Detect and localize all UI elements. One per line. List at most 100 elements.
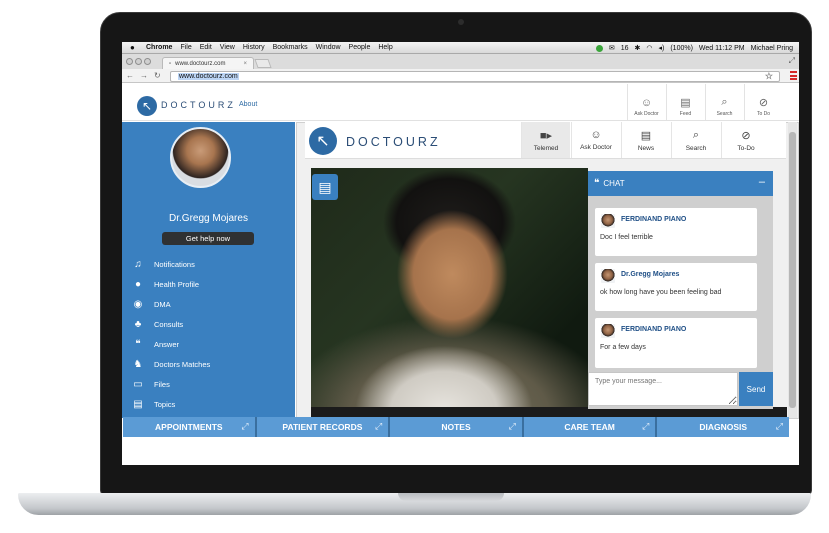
- video-camera-icon: ■▸: [539, 129, 553, 142]
- menu-window[interactable]: Window: [316, 44, 341, 51]
- battery-text[interactable]: (100%): [670, 45, 693, 52]
- sidebar-item-consults[interactable]: ♣ Consults: [122, 314, 295, 334]
- tool-todo[interactable]: ⊘ To-Do: [721, 122, 770, 158]
- site-logo-text[interactable]: DOCTOURZ: [161, 100, 236, 110]
- header-ask-doctor[interactable]: ☺ Ask Doctor: [627, 84, 665, 120]
- expand-icon[interactable]: ⤢: [776, 421, 783, 432]
- menu-bookmarks[interactable]: Bookmarks: [273, 44, 308, 51]
- menu-people[interactable]: People: [349, 44, 371, 51]
- laptop-notch: [398, 493, 504, 501]
- sidebar-nav: ♫ Notifications ● Health Profile ◉ DMA ♣ Con…: [122, 254, 295, 414]
- tool-ask-doctor[interactable]: ☺ Ask Doctor: [571, 122, 620, 158]
- menu-help[interactable]: Help: [378, 44, 392, 51]
- header-feed[interactable]: ▤ Feed: [666, 84, 704, 120]
- tab-label: NOTES: [441, 422, 471, 432]
- mail-icon[interactable]: ✉: [609, 44, 615, 52]
- site-logo-icon[interactable]: ↖: [137, 96, 157, 116]
- expand-icon[interactable]: ⤢: [375, 421, 382, 432]
- zoom-window-button[interactable]: [144, 58, 151, 65]
- menu-chrome[interactable]: Chrome: [146, 44, 172, 51]
- bottom-tabs: APPOINTMENTS ⤢ PATIENT RECORDS ⤢ NOTES ⤢ CA…: [123, 417, 789, 437]
- header-search-label: Search: [716, 111, 733, 117]
- expand-icon[interactable]: ⤢: [509, 421, 516, 432]
- sidebar-item-dma[interactable]: ◉ DMA: [122, 294, 295, 314]
- minimize-window-button[interactable]: [135, 58, 142, 65]
- back-icon[interactable]: ←: [126, 71, 134, 80]
- chat-message: FERDINAND PIANO For a few days: [595, 318, 757, 368]
- message-sender: FERDINAND PIANO: [621, 326, 687, 333]
- expand-icon[interactable]: ⤢: [642, 421, 649, 432]
- tab-diagnosis[interactable]: DIAGNOSIS ⤢: [657, 417, 789, 437]
- video-feed[interactable]: [311, 168, 588, 415]
- url-text: www.doctourz.com: [178, 73, 239, 80]
- menu-history[interactable]: History: [243, 44, 265, 51]
- close-tab-icon[interactable]: ×: [243, 61, 247, 67]
- volume-icon[interactable]: ◂): [658, 44, 664, 52]
- minimize-chat-button[interactable]: –: [759, 176, 765, 188]
- header-todo-label: To Do: [756, 111, 771, 117]
- chat-title: CHAT: [603, 179, 625, 188]
- todo-icon: ⊘: [758, 97, 769, 109]
- app-logo-text[interactable]: DOCTOURZ: [346, 135, 441, 149]
- browser-tab[interactable]: ▫ www.doctourz.com ×: [162, 57, 254, 69]
- user-name[interactable]: Michael Pring: [751, 45, 793, 52]
- tool-label: Search: [685, 144, 707, 152]
- todo-icon: ⊘: [741, 129, 751, 142]
- menubar-status: ✉ 16 ✱ ◠ ◂) (100%) Wed 11:12 PM Michael …: [595, 42, 793, 54]
- doctor-avatar[interactable]: [170, 127, 231, 188]
- sidebar-item-health-profile[interactable]: ● Health Profile: [122, 274, 295, 294]
- tab-notes[interactable]: NOTES ⤢: [390, 417, 524, 437]
- header-search[interactable]: ⌕ Search: [705, 84, 743, 120]
- chat-message: Dr.Gregg Mojares ok how long have you be…: [595, 263, 757, 311]
- address-bar[interactable]: www.doctourz.com ☆: [170, 71, 780, 82]
- sidebar-item-answer[interactable]: ❝ Answer: [122, 334, 295, 354]
- tab-care-team[interactable]: CARE TEAM ⤢: [524, 417, 658, 437]
- app-logo-icon[interactable]: ↖: [309, 127, 337, 155]
- reload-icon[interactable]: ↻: [154, 71, 161, 80]
- globe-icon: ◉: [133, 298, 143, 310]
- forward-icon[interactable]: →: [140, 71, 148, 80]
- message-text: ok how long have you been feeling bad: [600, 289, 722, 296]
- tool-label: Telemed: [533, 144, 559, 152]
- tool-search[interactable]: ⌕ Search: [671, 122, 720, 158]
- group-icon: ♣: [134, 318, 142, 330]
- tool-news[interactable]: ▤ News: [621, 122, 670, 158]
- avatar: [601, 214, 615, 228]
- message-text: For a few days: [600, 344, 646, 351]
- chat-bubbles-icon: ❝: [135, 338, 141, 350]
- clock[interactable]: Wed 11:12 PM: [699, 45, 745, 52]
- sidebar-item-doctors-matches[interactable]: ♞ Doctors Matches: [122, 354, 295, 374]
- webcam: [458, 19, 464, 25]
- expand-icon[interactable]: ⤢: [241, 421, 248, 432]
- wifi-icon[interactable]: ◠: [646, 44, 652, 52]
- tool-telemed[interactable]: ■▸ Telemed: [521, 122, 570, 158]
- sidebar-item-label: Notifications: [154, 259, 195, 269]
- screen: ● Chrome File Edit View History Bookmark…: [122, 42, 799, 465]
- sidebar-item-notifications[interactable]: ♫ Notifications: [122, 254, 295, 274]
- menu-edit[interactable]: Edit: [200, 44, 212, 51]
- fullscreen-icon[interactable]: ⤢: [789, 56, 795, 66]
- message-input[interactable]: [588, 372, 738, 406]
- send-button[interactable]: Send: [739, 372, 773, 406]
- tab-appointments[interactable]: APPOINTMENTS ⤢: [123, 417, 257, 437]
- document-icon[interactable]: ▤: [312, 174, 338, 200]
- tab-patient-records[interactable]: PATIENT RECORDS ⤢: [257, 417, 391, 437]
- app-scrollbar-thumb[interactable]: [789, 132, 796, 408]
- bookmark-star-icon[interactable]: ☆: [765, 71, 773, 82]
- feed-icon: ▤: [680, 97, 691, 109]
- message-sender: Dr.Gregg Mojares: [621, 271, 680, 278]
- tool-label: Ask Doctor: [580, 144, 612, 151]
- sidebar-item-files[interactable]: ▭ Files: [122, 374, 295, 394]
- new-tab-button[interactable]: [254, 59, 272, 68]
- header-todo[interactable]: ⊘ To Do: [744, 84, 782, 120]
- get-help-button[interactable]: Get help now: [162, 232, 254, 245]
- apple-icon[interactable]: ●: [130, 43, 138, 52]
- bluetooth-icon[interactable]: ✱: [635, 44, 641, 52]
- menu-file[interactable]: File: [180, 44, 191, 51]
- about-link[interactable]: About: [239, 101, 257, 108]
- chrome-menu-icon[interactable]: [790, 71, 797, 80]
- status-green-icon[interactable]: [595, 44, 603, 52]
- close-window-button[interactable]: [126, 58, 133, 65]
- menu-view[interactable]: View: [220, 44, 235, 51]
- sidebar-item-topics[interactable]: ▤ Topics: [122, 394, 295, 414]
